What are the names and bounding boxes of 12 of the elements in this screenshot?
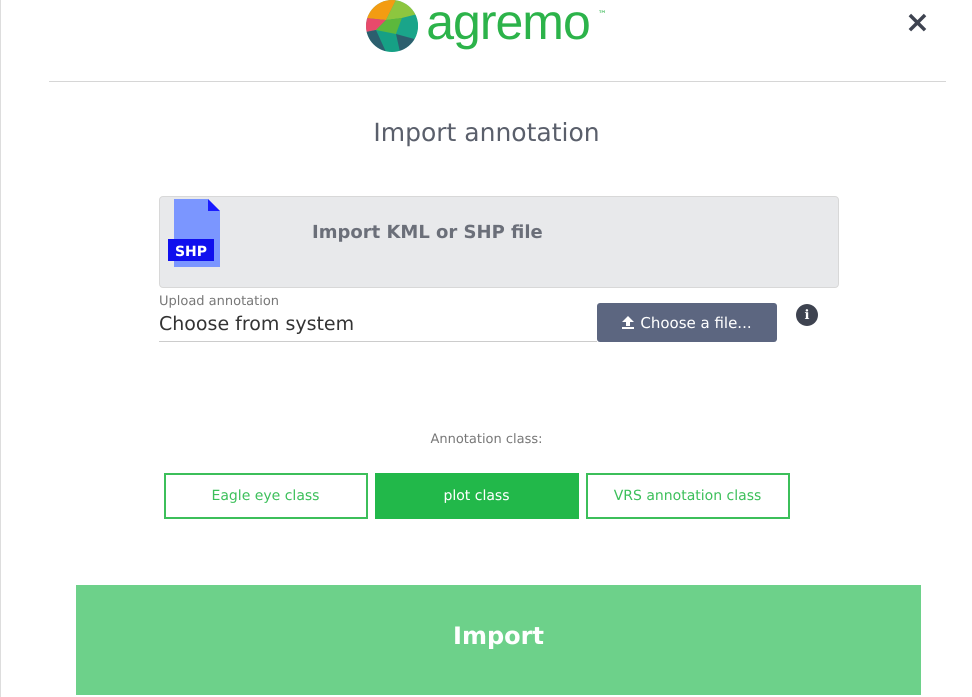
- annotation-class-label: Annotation class:: [429, 432, 544, 447]
- dropzone-text: Import KML or SHP file: [312, 222, 543, 242]
- file-input-field[interactable]: Choose from system: [159, 309, 597, 342]
- trademark-mark: ™: [598, 10, 607, 20]
- close-button[interactable]: ×: [904, 8, 930, 38]
- upload-icon: [622, 316, 634, 329]
- brand-logo: agremo: [426, 0, 590, 48]
- file-dropzone[interactable]: SHP Import KML or SHP file: [159, 196, 839, 288]
- choose-file-button[interactable]: Choose a file...: [597, 303, 777, 342]
- info-icon[interactable]: i: [796, 304, 818, 326]
- dialog-title: Import annotation: [372, 118, 601, 148]
- field-label: Upload annotation: [159, 294, 280, 309]
